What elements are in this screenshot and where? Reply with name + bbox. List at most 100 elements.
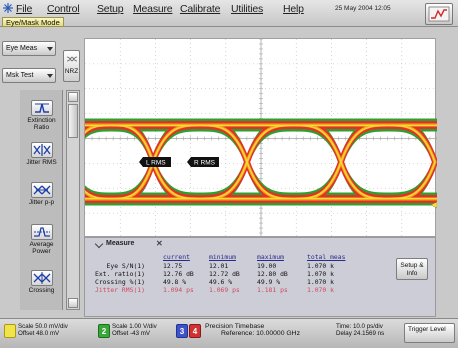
measurement-total-value: 1.070 k bbox=[307, 278, 334, 286]
channel-2-settings[interactable]: Scale 1.00 V/div Offset -43 mV bbox=[112, 323, 157, 337]
measurement-toolbar: Extinction Ratio Jitter RMS Jitter p-p Aver… bbox=[20, 90, 63, 310]
setup-info-label: Setup & Info bbox=[400, 262, 424, 277]
measurement-current-value: 49.8 % bbox=[163, 278, 187, 286]
measurement-current-value: 12.76 dB bbox=[163, 270, 194, 278]
trigger-level-label: Trigger Level bbox=[408, 326, 446, 333]
eye-meas-label: Eye Meas bbox=[6, 45, 38, 52]
measurement-maximum-value: 19.00 bbox=[257, 262, 277, 270]
column-header-total: total meas bbox=[307, 253, 346, 261]
measurement-minimum-value: 12.72 dB bbox=[209, 270, 240, 278]
scope-view-button[interactable] bbox=[425, 3, 453, 25]
toolbar-scrollbar[interactable] bbox=[66, 90, 80, 310]
measurement-minimum-value: 12.01 bbox=[209, 262, 229, 270]
crossing-icon bbox=[30, 270, 53, 286]
mask-test-dropdown[interactable]: Msk Test bbox=[2, 68, 56, 83]
channel-3-badge[interactable]: 3 bbox=[176, 324, 188, 338]
measurement-maximum-value: 12.80 dB bbox=[257, 270, 288, 278]
measurement-label: Eye S/N(1) bbox=[106, 262, 145, 270]
extinction-ratio-icon bbox=[30, 100, 53, 116]
chevron-down-icon bbox=[94, 239, 104, 249]
toolbar-item-label: Jitter RMS bbox=[26, 159, 57, 166]
menu-measure[interactable]: Measure bbox=[133, 3, 173, 15]
measure-tab[interactable]: Measure ✕ bbox=[92, 239, 163, 249]
toolbar-item-label: Jitter p-p bbox=[28, 199, 55, 206]
horizontal-settings[interactable]: Time: 10.0 ps/div Delay 24.1569 ns bbox=[336, 323, 384, 337]
status-bar: Scale 50.0 mV/div Offset 48.0 mV 2 Scale… bbox=[0, 318, 458, 348]
channel-1-settings[interactable]: Scale 50.0 mV/div Offset 48.0 mV bbox=[18, 323, 68, 337]
toolbar-item-extinction-ratio[interactable]: Extinction Ratio bbox=[22, 100, 61, 131]
waveform-display[interactable]: L RMS R RMS bbox=[84, 38, 437, 238]
scroll-down-button[interactable] bbox=[68, 298, 78, 308]
mask-test-label: Msk Test bbox=[6, 72, 34, 79]
toolbar-item-average-power[interactable]: Average Power bbox=[22, 224, 61, 255]
measurement-minimum-value: 1.069 ps bbox=[209, 286, 240, 294]
measurement-current-value: 12.75 bbox=[163, 262, 183, 270]
menu-bar: File Control Setup Measure Calibrate Utilitie… bbox=[0, 0, 458, 27]
timebase-reference: Reference: 10.00000 GHz bbox=[221, 330, 300, 337]
trigger-level-button[interactable]: Trigger Level bbox=[404, 323, 455, 343]
jitter-rms-icon bbox=[30, 142, 53, 158]
toolbar-item-label: Average Power bbox=[29, 241, 54, 255]
setup-info-button[interactable]: Setup & Info bbox=[396, 258, 428, 280]
measurement-label: Ext. ratio(1) bbox=[94, 270, 145, 278]
ch2-scale-text: Scale 1.00 V/div bbox=[112, 323, 157, 330]
ch2-offset-text: Offset -43 mV bbox=[112, 330, 151, 337]
ch2-number: 2 bbox=[101, 327, 107, 336]
toolbar-item-jitter-rms[interactable]: Jitter RMS bbox=[22, 142, 61, 166]
time-scale-text: Time: 10.0 ps/div bbox=[336, 323, 383, 330]
agilent-logo-icon bbox=[3, 3, 13, 13]
chevron-down-icon bbox=[47, 74, 53, 78]
measurement-total-value: 1.070 k bbox=[307, 262, 334, 270]
ch1-scale-text: Scale 50.0 mV/div bbox=[18, 323, 68, 330]
toolbar-item-label: Extinction Ratio bbox=[27, 117, 56, 131]
eye-meas-dropdown[interactable]: Eye Meas bbox=[2, 41, 56, 56]
toolbar-item-jitter-p-p[interactable]: Jitter p-p bbox=[22, 182, 61, 206]
measurement-label: Jitter RMS(1) bbox=[94, 286, 145, 294]
chevron-down-icon bbox=[47, 47, 53, 51]
channel-2-badge[interactable]: 2 bbox=[98, 324, 110, 338]
menu-setup[interactable]: Setup bbox=[97, 3, 124, 15]
timebase-settings[interactable]: Precision Timebase Reference: 10.00000 G… bbox=[205, 323, 300, 337]
menu-calibrate[interactable]: Calibrate bbox=[180, 3, 220, 15]
date-time-display: 25 May 2004 12:05 bbox=[335, 5, 391, 12]
measurement-current-value: 1.094 ps bbox=[163, 286, 194, 294]
measure-tab-label: Measure bbox=[106, 240, 135, 247]
eye-mask-mode-label: Eye/Mask Mode bbox=[2, 17, 64, 27]
menu-control[interactable]: Control bbox=[47, 3, 80, 15]
nrz-label: NRZ bbox=[64, 68, 79, 75]
average-power-icon bbox=[30, 224, 53, 240]
channel-4-badge[interactable]: 4 bbox=[189, 324, 201, 338]
marker-label: R RMS bbox=[194, 160, 216, 167]
column-header-current: current bbox=[163, 253, 190, 261]
left-control-area: Eye Meas Msk Test NRZ bbox=[0, 28, 90, 83]
measurement-panel: Measure ✕ current minimum maximum total mea… bbox=[84, 237, 436, 317]
toolbar-item-label: Crossing bbox=[28, 287, 55, 294]
nrz-button[interactable]: NRZ bbox=[63, 50, 80, 82]
time-delay-text: Delay 24.1569 ns bbox=[336, 330, 385, 337]
measurement-minimum-value: 49.6 % bbox=[209, 278, 233, 286]
close-icon[interactable]: ✕ bbox=[156, 239, 163, 249]
channel-1-badge[interactable] bbox=[4, 324, 16, 338]
column-header-minimum: minimum bbox=[209, 253, 236, 261]
nrz-eye-icon bbox=[67, 56, 77, 62]
measurement-label: Crossing %(1) bbox=[94, 278, 145, 286]
scroll-thumb[interactable] bbox=[68, 104, 78, 138]
waveform-icon bbox=[428, 6, 450, 22]
scroll-up-button[interactable] bbox=[68, 92, 78, 102]
marker-r-rms[interactable]: R RMS bbox=[187, 157, 219, 167]
measurement-maximum-value: 49.9 % bbox=[257, 278, 281, 286]
menu-help[interactable]: Help bbox=[283, 3, 304, 15]
column-header-maximum: maximum bbox=[257, 253, 284, 261]
eye-diagram-graticule: L RMS R RMS bbox=[85, 39, 437, 238]
measurement-maximum-value: 1.181 ps bbox=[257, 286, 288, 294]
ch3-number: 3 bbox=[179, 327, 185, 336]
menu-file[interactable]: File bbox=[16, 3, 32, 15]
measurement-total-value: 1.070 k bbox=[307, 286, 334, 294]
jitter-p-p-icon bbox=[30, 182, 53, 198]
timebase-title: Precision Timebase bbox=[205, 323, 265, 330]
marker-label: L RMS bbox=[146, 160, 166, 167]
toolbar-item-crossing[interactable]: Crossing bbox=[22, 270, 61, 294]
menu-utilities[interactable]: Utilities bbox=[231, 3, 263, 15]
ch1-offset-text: Offset 48.0 mV bbox=[18, 330, 60, 337]
marker-l-rms[interactable]: L RMS bbox=[139, 157, 171, 167]
